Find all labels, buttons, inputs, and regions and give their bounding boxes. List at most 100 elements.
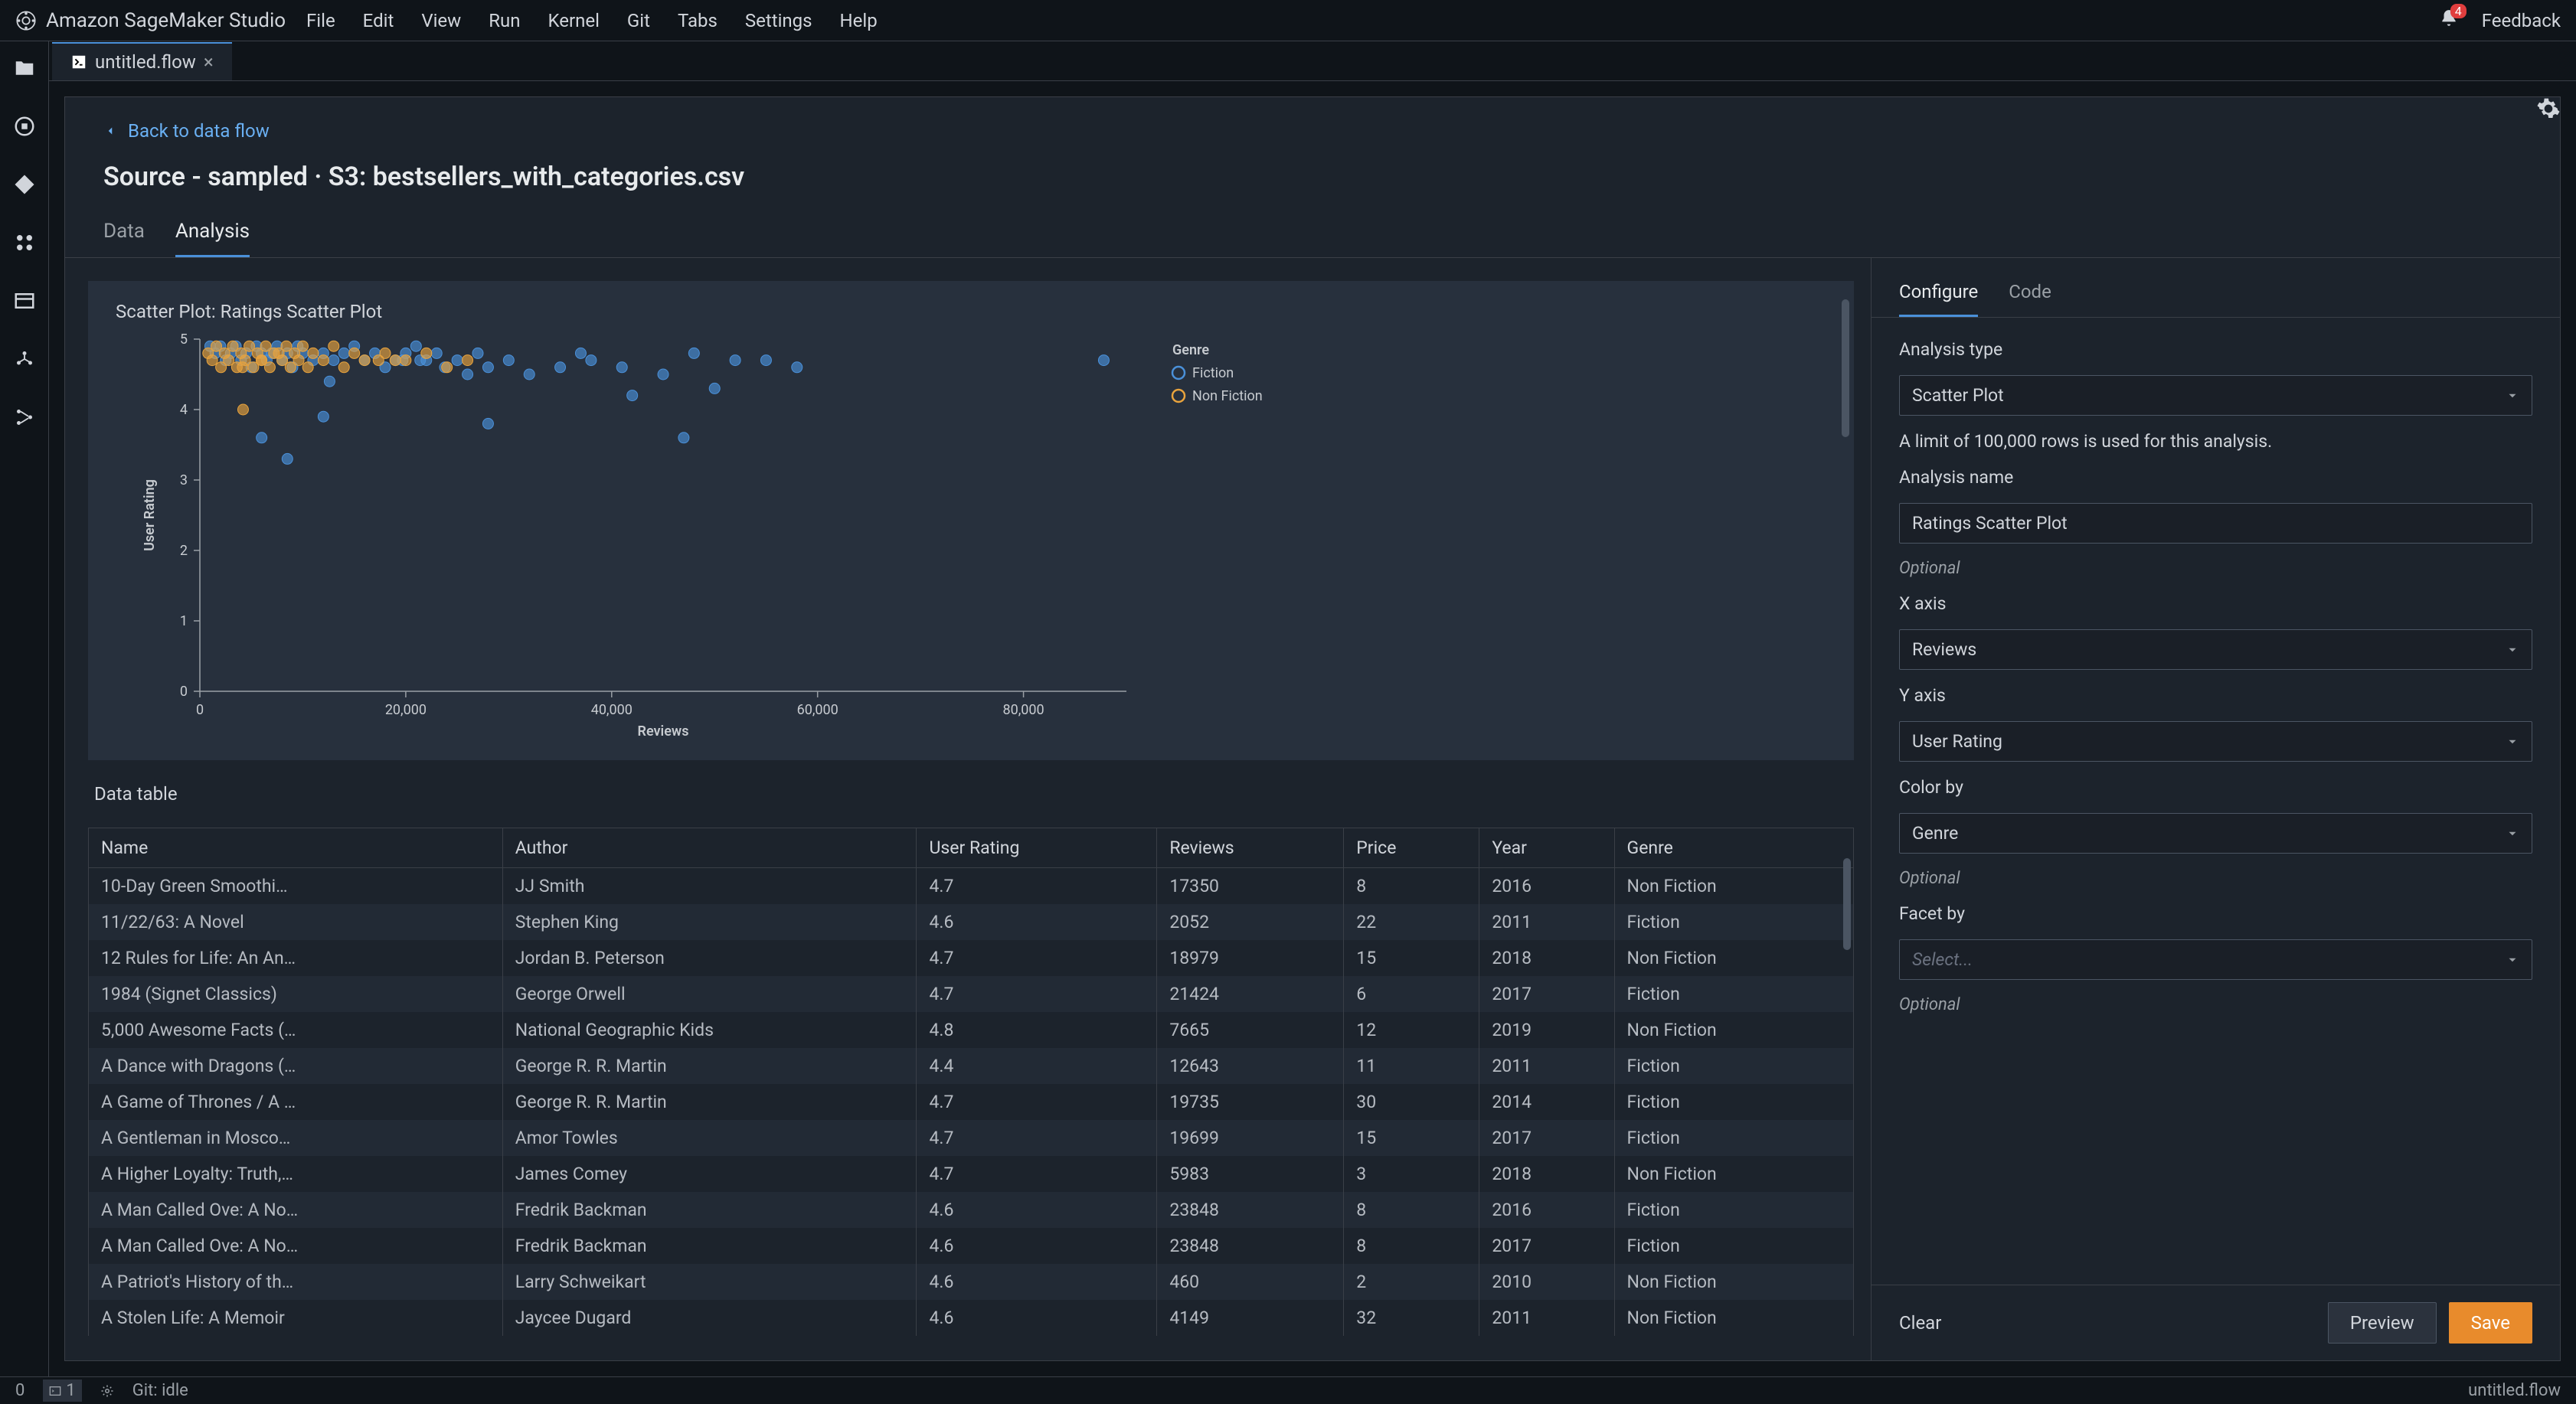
menu-settings[interactable]: Settings <box>745 10 812 31</box>
chart-title: Scatter Plot: Ratings Scatter Plot <box>116 301 1826 322</box>
extensions-icon[interactable] <box>13 231 36 254</box>
table-row[interactable]: A Game of Thrones / A …George R. R. Mart… <box>89 1084 1854 1120</box>
table-row[interactable]: 10-Day Green Smoothi…JJ Smith4.717350820… <box>89 868 1854 905</box>
svg-text:1: 1 <box>180 613 188 629</box>
svg-text:60,000: 60,000 <box>797 702 839 718</box>
components-icon[interactable] <box>13 348 36 371</box>
table-row[interactable]: A Man Called Ove: A No…Fredrik Backman4.… <box>89 1192 1854 1228</box>
file-status: untitled.flow <box>2468 1381 2561 1400</box>
breadcrumb-label: Back to data flow <box>128 120 270 142</box>
svg-text:40,000: 40,000 <box>591 702 633 718</box>
terminal-icon <box>49 1385 61 1397</box>
column-header[interactable]: Price <box>1344 828 1479 868</box>
y-axis-select[interactable]: User Rating <box>1899 721 2532 762</box>
column-header[interactable]: Year <box>1479 828 1614 868</box>
menu-run[interactable]: Run <box>489 10 520 31</box>
terminal-count[interactable]: 1 <box>43 1380 81 1402</box>
pipeline-icon[interactable] <box>13 406 36 429</box>
svg-text:4: 4 <box>180 402 188 418</box>
menu-git[interactable]: Git <box>627 10 650 31</box>
analysis-name-input[interactable] <box>1899 503 2532 544</box>
breadcrumb[interactable]: Back to data flow <box>65 97 2560 142</box>
tab-untitled-flow[interactable]: untitled.flow × <box>52 42 232 80</box>
tab-analysis[interactable]: Analysis <box>175 220 250 257</box>
svg-text:3: 3 <box>180 472 188 488</box>
column-header[interactable]: Genre <box>1614 828 1853 868</box>
menu-help[interactable]: Help <box>840 10 878 31</box>
running-icon[interactable] <box>13 115 36 138</box>
statusbar: 0 1 Git: idle untitled.flow <box>0 1376 2576 1404</box>
table-row[interactable]: A Gentleman in Mosco…Amor Towles4.719699… <box>89 1120 1854 1156</box>
menubar: Amazon SageMaker Studio File Edit View R… <box>0 0 2576 41</box>
tab-data[interactable]: Data <box>103 220 145 257</box>
facet-by-select[interactable]: Select... <box>1899 939 2532 980</box>
analysis-type-select[interactable]: Scatter Plot <box>1899 375 2532 416</box>
table-row[interactable]: 12 Rules for Life: An An…Jordan B. Peter… <box>89 940 1854 976</box>
facet-by-optional: Optional <box>1899 995 2532 1014</box>
x-axis-label: X axis <box>1899 593 2532 614</box>
page-title: Source - sampled · S3: bestsellers_with_… <box>65 142 2560 192</box>
save-button[interactable]: Save <box>2449 1302 2532 1344</box>
color-by-label: Color by <box>1899 777 2532 798</box>
notif-count: 4 <box>2450 4 2466 18</box>
feedback-link[interactable]: Feedback <box>2482 10 2561 31</box>
color-by-select[interactable]: Genre <box>1899 813 2532 854</box>
table-title: Data table <box>94 783 1854 805</box>
column-header[interactable]: Author <box>502 828 917 868</box>
chevron-down-icon <box>2506 953 2519 967</box>
chart-scrollbar[interactable] <box>1842 299 1849 437</box>
product-name: Amazon SageMaker Studio <box>46 9 286 32</box>
table-row[interactable]: 5,000 Awesome Facts (…National Geographi… <box>89 1012 1854 1048</box>
document-tabs: untitled.flow × <box>49 41 2576 81</box>
chevron-down-icon <box>2506 735 2519 749</box>
table-row[interactable]: 1984 (Signet Classics)George Orwell4.721… <box>89 976 1854 1012</box>
menu-view[interactable]: View <box>421 10 461 31</box>
svg-text:5: 5 <box>180 331 188 348</box>
table-row[interactable]: A Higher Loyalty: Truth,…James Comey4.75… <box>89 1156 1854 1192</box>
column-header[interactable]: User Rating <box>917 828 1157 868</box>
sagemaker-logo-icon <box>15 10 37 31</box>
table-row[interactable]: A Dance with Dragons (…George R. R. Mart… <box>89 1048 1854 1084</box>
gear-icon[interactable] <box>100 1384 114 1398</box>
y-axis-label: Y axis <box>1899 685 2532 706</box>
chevron-down-icon <box>2506 827 2519 841</box>
column-header[interactable]: Reviews <box>1157 828 1344 868</box>
svg-text:2: 2 <box>180 543 188 559</box>
preview-button[interactable]: Preview <box>2328 1302 2437 1344</box>
svg-text:0: 0 <box>180 684 188 700</box>
git-icon[interactable] <box>13 173 36 196</box>
gear-icon[interactable] <box>2536 96 2561 121</box>
folder-icon[interactable] <box>13 57 36 80</box>
chart-card: Scatter Plot: Ratings Scatter Plot 0 1 2 3 4… <box>88 281 1854 760</box>
menu-file[interactable]: File <box>306 10 335 31</box>
panel-icon[interactable] <box>13 289 36 312</box>
analysis-name-label: Analysis name <box>1899 467 2532 488</box>
close-icon[interactable]: × <box>204 51 214 73</box>
svg-text:20,000: 20,000 <box>385 702 427 718</box>
facet-by-label: Facet by <box>1899 903 2532 924</box>
menu-kernel[interactable]: Kernel <box>548 10 599 31</box>
notifications-button[interactable]: 4 <box>2439 8 2459 33</box>
table-row[interactable]: A Man Called Ove: A No…Fredrik Backman4.… <box>89 1228 1854 1264</box>
table-row[interactable]: A Stolen Life: A MemoirJaycee Dugard4.64… <box>89 1300 1854 1336</box>
data-table-container: NameAuthorUser RatingReviewsPriceYearGen… <box>88 828 1854 1337</box>
table-row[interactable]: 11/22/63: A NovelStephen King4.620522220… <box>89 904 1854 940</box>
menu-list: File Edit View Run Kernel Git Tabs Setti… <box>306 10 878 31</box>
menu-tabs[interactable]: Tabs <box>678 10 718 31</box>
clear-button[interactable]: Clear <box>1899 1312 1941 1334</box>
configure-panel: Configure Code Analysis type Scatter Plo… <box>1871 258 2560 1360</box>
table-scrollbar[interactable] <box>1843 858 1851 950</box>
tab-code[interactable]: Code <box>2009 281 2051 317</box>
column-header[interactable]: Name <box>89 828 503 868</box>
svg-text:80,000: 80,000 <box>1002 702 1044 718</box>
svg-text:Genre: Genre <box>1172 342 1209 358</box>
analysis-name-optional: Optional <box>1899 559 2532 578</box>
menu-edit[interactable]: Edit <box>363 10 394 31</box>
svg-text:User Rating: User Rating <box>142 479 158 551</box>
chevron-down-icon <box>2506 389 2519 403</box>
svg-text:Non Fiction: Non Fiction <box>1192 388 1263 404</box>
tab-configure[interactable]: Configure <box>1899 281 1978 317</box>
x-axis-select[interactable]: Reviews <box>1899 629 2532 670</box>
svg-text:0: 0 <box>196 702 204 718</box>
table-row[interactable]: A Patriot's History of th…Larry Schweika… <box>89 1264 1854 1300</box>
